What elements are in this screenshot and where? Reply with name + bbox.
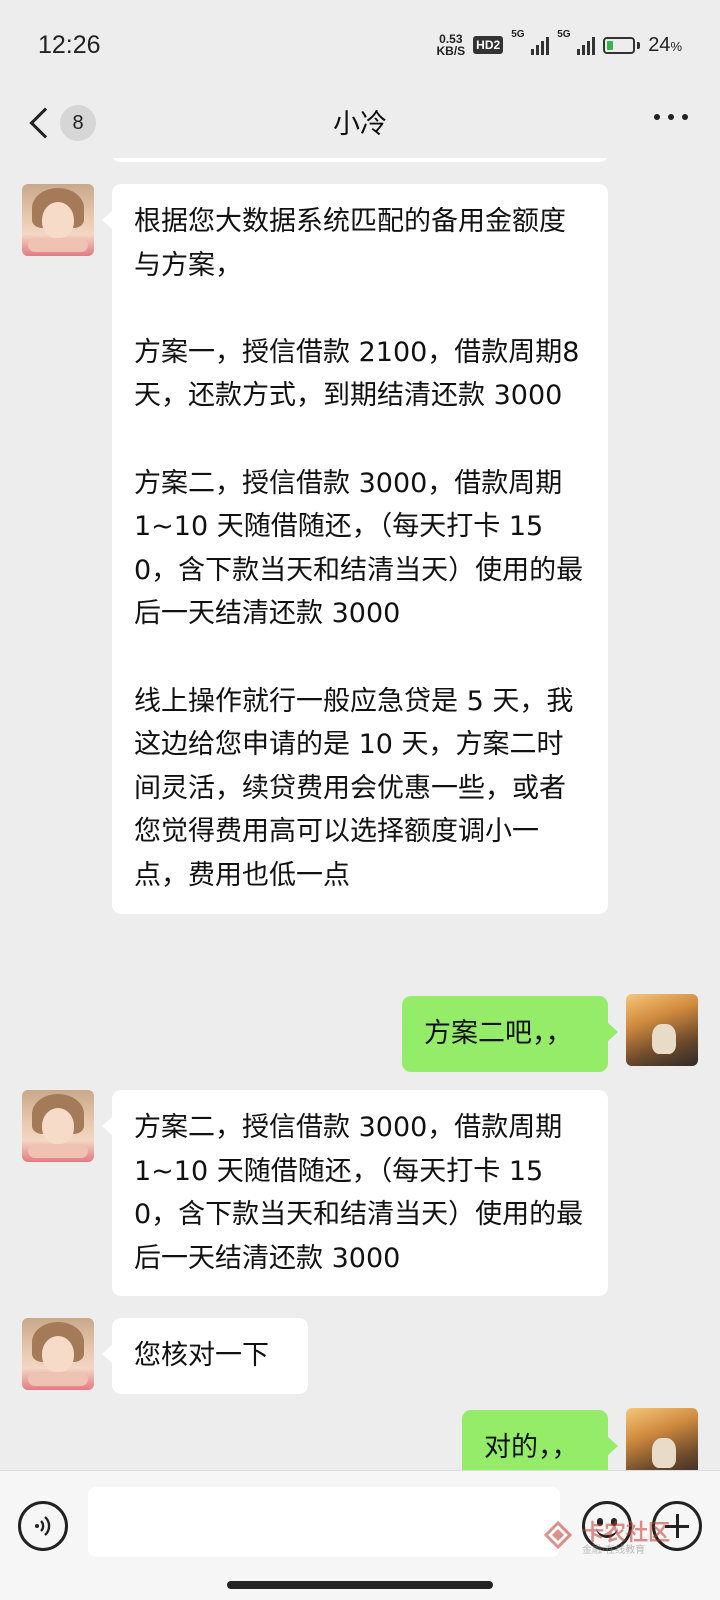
my-avatar[interactable] [626,994,698,1066]
status-bar: 12:26 0.53 KB/S HD2 5G 5G 24% [0,0,720,90]
battery-icon [603,36,641,54]
battery-percent: 24% [648,33,682,56]
contact-avatar[interactable] [22,1090,94,1162]
voice-icon [35,1516,51,1536]
emoji-button[interactable] [582,1501,632,1551]
status-time: 12:26 [38,30,101,59]
signal-label: 5G [511,29,525,40]
emoji-icon [596,1526,618,1538]
home-indicator[interactable] [227,1581,493,1589]
message-bubble-outgoing[interactable]: 对的，， [462,1410,618,1470]
hd-voice-icon: HD2 [473,36,504,54]
chat-header: 8 小冷 [0,90,720,158]
more-functions-button[interactable] [652,1501,702,1551]
more-dots-icon [654,114,660,120]
signal-icon-2: 5G [557,29,596,55]
message-list[interactable]: 根据您大数据系统匹配的备用金额度与方案， 方案一，授信借款 2100，借款周期8… [0,158,720,1470]
contact-avatar[interactable] [22,184,94,256]
chat-title: 小冷 [333,109,387,140]
signal-label-2: 5G [557,29,571,40]
battery-fill [607,40,613,50]
message-bubble-outgoing[interactable]: 方案二吧，， [402,996,618,1072]
more-options-button[interactable] [654,114,688,120]
previous-message-bubble [112,158,608,162]
my-avatar[interactable] [626,1408,698,1470]
message-bubble-incoming[interactable]: 根据您大数据系统匹配的备用金额度与方案， 方案一，授信借款 2100，借款周期8… [102,184,608,914]
network-speed-unit: KB/S [436,44,466,58]
status-icons: 0.53 KB/S HD2 5G 5G 24% [437,29,683,57]
network-speed: 0.53 KB/S [437,33,466,57]
message-input[interactable] [88,1487,560,1557]
contact-avatar[interactable] [22,1318,94,1390]
message-bubble-incoming[interactable]: 方案二，授信借款 3000，借款周期 1~10 天随借随还，（每天打卡 150，… [102,1090,608,1297]
signal-icon: 5G [511,29,550,55]
message-bubble-incoming[interactable]: 您核对一下 [102,1318,308,1394]
voice-input-button[interactable] [18,1501,68,1551]
